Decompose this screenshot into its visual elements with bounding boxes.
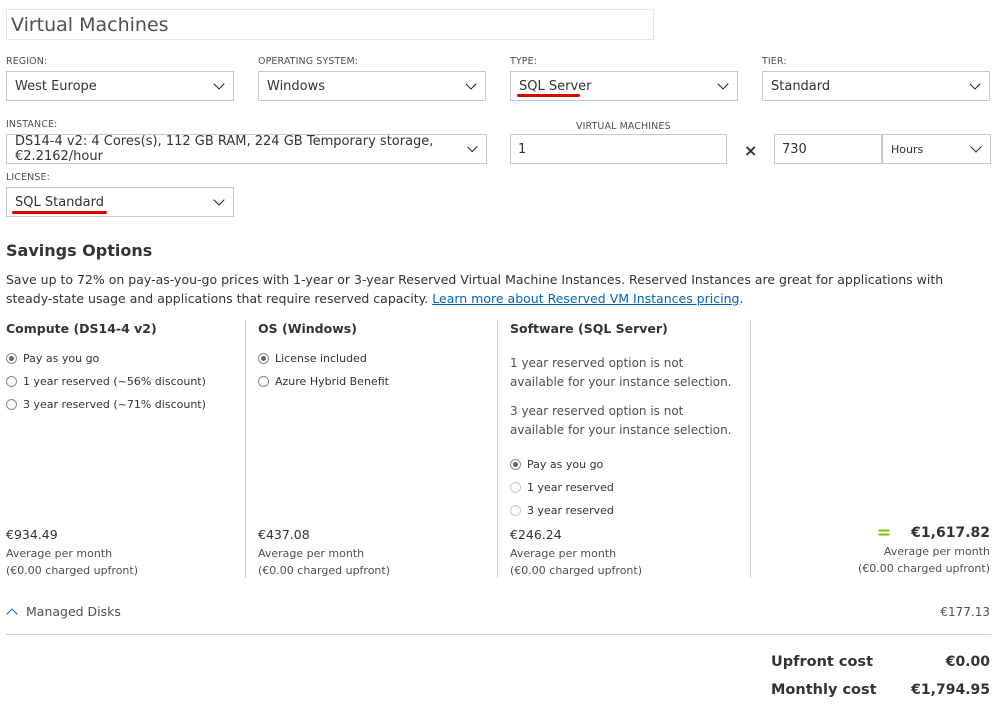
chevron-down-icon — [465, 78, 477, 90]
option-label: Pay as you go — [527, 457, 604, 471]
hours-unit-value: Hours — [891, 142, 924, 156]
type-label: TYPE: — [510, 56, 538, 67]
region-label: REGION: — [6, 56, 48, 67]
radio-selected-icon[interactable] — [510, 458, 521, 470]
radio-disabled-icon — [510, 504, 521, 516]
tier-label: TIER: — [762, 56, 787, 67]
software-upfront: (€0.00 charged upfront) — [510, 564, 643, 577]
reserved-vm-pricing-link[interactable]: Learn more about Reserved VM Instances p… — [432, 291, 739, 306]
option-label: Pay as you go — [23, 351, 100, 365]
radio-selected-icon[interactable] — [6, 352, 17, 364]
software-option-3yr: 3 year reserved — [510, 502, 614, 518]
compute-option-3yr[interactable]: 3 year reserved (~71% discount) — [6, 396, 206, 412]
hours-input[interactable]: 730 — [774, 134, 882, 164]
software-avg-label: Average per month — [510, 547, 617, 560]
radio-icon[interactable] — [6, 375, 17, 387]
software-heading: Software (SQL Server) — [510, 321, 668, 336]
os-option-hybrid-benefit[interactable]: Azure Hybrid Benefit — [258, 373, 389, 389]
os-option-license-included[interactable]: License included — [258, 350, 389, 366]
tier-select-value: Standard — [771, 78, 831, 94]
instance-select-value: DS14-4 v2: 4 Cores(s), 112 GB RAM, 224 G… — [15, 134, 434, 164]
equals-icon: = — [876, 523, 892, 543]
column-divider — [497, 320, 498, 578]
vm-count-input[interactable]: 1 — [510, 134, 727, 164]
os-avg-label: Average per month — [258, 547, 365, 560]
compute-options: Pay as you go 1 year reserved (~56% disc… — [6, 350, 206, 412]
software-price: €246.24 — [510, 527, 562, 542]
upfront-cost-value: €0.00 — [945, 654, 990, 670]
region-select[interactable]: West Europe — [6, 71, 234, 101]
license-select-value: SQL Standard — [15, 194, 105, 210]
total-avg-label: Average per month — [883, 545, 990, 558]
os-price: €437.08 — [258, 527, 310, 542]
compute-price: €934.49 — [6, 527, 58, 542]
virtual-machines-label: VIRTUAL MACHINES — [576, 121, 671, 132]
chevron-down-icon — [213, 78, 225, 90]
option-label: 3 year reserved — [527, 503, 614, 517]
instance-select[interactable]: DS14-4 v2: 4 Cores(s), 112 GB RAM, 224 G… — [6, 134, 487, 164]
upfront-cost-label: Upfront cost — [771, 654, 873, 670]
os-upfront: (€0.00 charged upfront) — [258, 564, 391, 577]
compute-avg-label: Average per month — [6, 547, 113, 560]
type-highlight-underline — [517, 94, 580, 97]
option-label: 1 year reserved — [527, 480, 614, 494]
hours-unit-select[interactable]: Hours — [882, 134, 991, 164]
page-title[interactable]: Virtual Machines — [6, 9, 654, 40]
os-select-value: Windows — [267, 78, 326, 94]
radio-icon[interactable] — [258, 375, 269, 387]
os-select[interactable]: Windows — [258, 71, 486, 101]
option-label: 1 year reserved (~56% discount) — [23, 374, 206, 388]
chevron-down-icon — [717, 78, 729, 90]
total-price: €1,617.82 — [911, 525, 990, 541]
region-select-value: West Europe — [15, 78, 97, 94]
license-label: LICENSE: — [6, 172, 50, 183]
license-highlight-underline — [12, 211, 107, 214]
compute-option-payg[interactable]: Pay as you go — [6, 350, 206, 366]
savings-description: Save up to 72% on pay-as-you-go prices w… — [6, 270, 991, 308]
compute-upfront: (€0.00 charged upfront) — [6, 564, 139, 577]
tier-select[interactable]: Standard — [762, 71, 990, 101]
software-options: Pay as you go 1 year reserved 3 year res… — [510, 456, 614, 518]
total-row: = €1,617.82 — [877, 523, 990, 543]
managed-disks-price: €177.13 — [940, 605, 990, 619]
type-select-value: SQL Server — [519, 78, 592, 94]
software-note-3yr: 3 year reserved option is not available … — [510, 404, 732, 437]
monthly-cost-value: €1,794.95 — [911, 682, 990, 698]
monthly-cost-label: Monthly cost — [771, 682, 877, 698]
multiply-icon: × — [744, 141, 758, 160]
compute-heading: Compute (DS14-4 v2) — [6, 321, 157, 336]
chevron-down-icon — [970, 141, 982, 153]
savings-heading: Savings Options — [6, 241, 153, 260]
chevron-down-icon — [969, 78, 981, 90]
option-label: License included — [275, 351, 367, 365]
column-divider — [245, 320, 246, 578]
option-label: 3 year reserved (~71% discount) — [23, 397, 206, 411]
radio-selected-icon[interactable] — [258, 352, 269, 364]
chevron-down-icon — [213, 194, 225, 206]
instance-label: INSTANCE: — [6, 119, 58, 130]
software-option-1yr: 1 year reserved — [510, 479, 614, 495]
option-label: Azure Hybrid Benefit — [275, 374, 389, 388]
divider — [6, 634, 991, 635]
managed-disks-toggle[interactable]: Managed Disks — [6, 604, 121, 620]
compute-option-1yr[interactable]: 1 year reserved (~56% discount) — [6, 373, 206, 389]
managed-disks-label: Managed Disks — [26, 604, 121, 619]
radio-disabled-icon — [510, 481, 521, 493]
column-divider — [750, 320, 751, 578]
savings-period: . — [739, 291, 744, 306]
chevron-up-icon[interactable] — [6, 607, 18, 620]
radio-icon[interactable] — [6, 398, 17, 410]
os-options: License included Azure Hybrid Benefit — [258, 350, 389, 389]
software-note-1yr: 1 year reserved option is not available … — [510, 356, 732, 389]
software-option-payg[interactable]: Pay as you go — [510, 456, 614, 472]
os-label: OPERATING SYSTEM: — [258, 56, 359, 67]
total-upfront: (€0.00 charged upfront) — [857, 562, 990, 575]
os-heading: OS (Windows) — [258, 321, 357, 336]
